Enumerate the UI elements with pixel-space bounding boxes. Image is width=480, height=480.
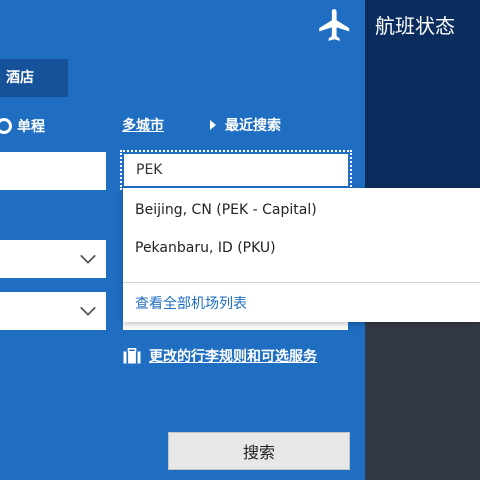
destination-field[interactable] xyxy=(124,154,348,186)
tab-hotel[interactable]: 酒店 xyxy=(0,59,68,97)
recent-search-label: 最近搜索 xyxy=(225,118,281,134)
chevron-down-icon xyxy=(80,306,96,316)
view-all-airports-link[interactable]: 查看全部机场列表 xyxy=(135,293,247,313)
multi-city-link[interactable]: 多城市 xyxy=(122,115,164,135)
oneway-radio[interactable]: 单程 xyxy=(0,116,45,136)
airport-option[interactable]: Beijing, CN (PEK - Capital) xyxy=(135,202,317,218)
airport-option[interactable]: Pekanbaru, ID (PKU) xyxy=(135,240,276,256)
airport-suggestion-dropdown: Beijing, CN (PEK - Capital) Pekanbaru, I… xyxy=(123,188,480,322)
search-button[interactable]: 搜索 xyxy=(168,432,350,470)
passenger-select-left[interactable] xyxy=(0,292,106,330)
baggage-rules-label: 更改的行李规则和可选服务 xyxy=(149,349,317,365)
airplane-icon[interactable] xyxy=(316,6,354,44)
radio-circle-icon[interactable] xyxy=(0,118,12,134)
recent-search-toggle[interactable]: 最近搜索 xyxy=(210,115,281,135)
suitcase-icon xyxy=(123,348,141,364)
flight-status-tab[interactable]: 航班状态 xyxy=(375,10,455,39)
destination-field-focus xyxy=(120,150,352,190)
side-panel-lower xyxy=(365,322,480,480)
date-select-left[interactable] xyxy=(0,240,106,278)
baggage-rules-link[interactable]: 更改的行李规则和可选服务 xyxy=(123,346,317,366)
origin-field[interactable] xyxy=(0,152,106,190)
triangle-right-icon xyxy=(210,120,216,130)
oneway-label: 单程 xyxy=(17,119,45,135)
chevron-down-icon xyxy=(80,254,96,264)
dropdown-divider xyxy=(123,282,480,283)
